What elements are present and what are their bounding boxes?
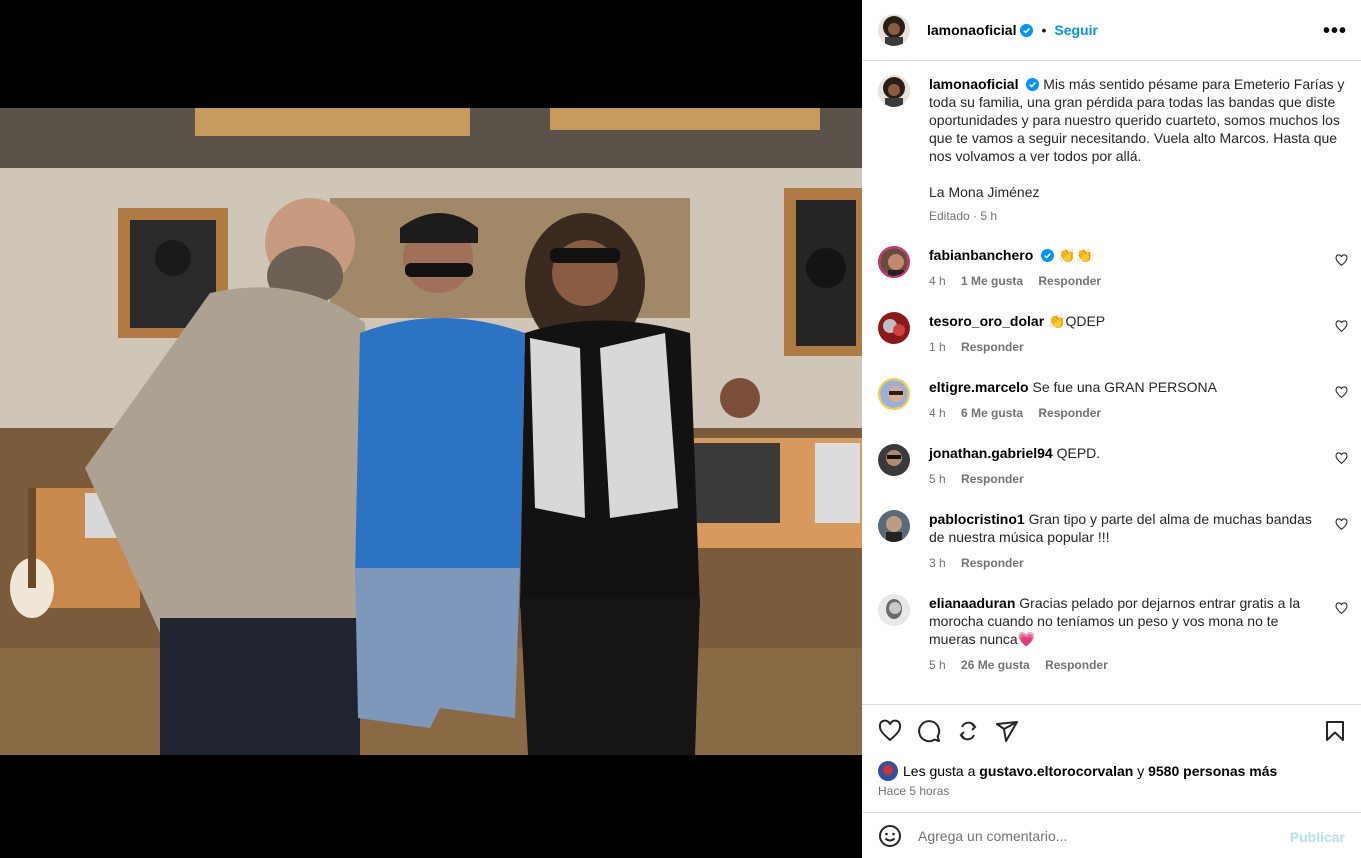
post-time-ago: Hace 5 horas xyxy=(878,784,950,798)
likes-conj: y xyxy=(1137,763,1145,779)
caption-username[interactable]: lamonaoficial xyxy=(929,76,1018,92)
likes-prefix: Les gusta a xyxy=(903,763,976,779)
comment-item: pablocristino1 Gran tipo y parte del alm… xyxy=(878,510,1348,572)
post-header: lamonaoficial • Seguir ••• xyxy=(862,0,1361,61)
heart-icon[interactable] xyxy=(878,719,902,743)
comment-username[interactable]: fabianbanchero xyxy=(929,247,1033,263)
comment-item: tesoro_oro_dolar 👏QDEP 1 h Responder xyxy=(878,312,1348,356)
comment-likes[interactable]: 6 Me gusta xyxy=(961,406,1023,420)
comment-time: 1 h xyxy=(929,340,946,354)
comments-scroll-area[interactable]: lamonaoficial Mis más sentido pésame par… xyxy=(862,61,1361,704)
caption-meta: Editado · 5 h xyxy=(929,209,998,223)
author-avatar[interactable] xyxy=(878,14,910,46)
comment-time: 5 h xyxy=(929,472,946,486)
reply-button[interactable]: Responder xyxy=(961,340,1024,354)
post-actions: Les gusta a gustavo.eltorocorvalan y 958… xyxy=(862,704,1361,808)
caption-text: Mis más sentido pésame para Emeterio Far… xyxy=(929,76,1345,200)
publish-button[interactable]: Publicar xyxy=(1290,829,1345,845)
comment-text: 👏QDEP xyxy=(1048,313,1106,329)
comment-text: 👏👏 xyxy=(1058,247,1093,263)
comment-like-icon[interactable] xyxy=(1335,320,1348,333)
likes-user[interactable]: gustavo.eltorocorvalan xyxy=(979,763,1133,779)
likes-others[interactable]: 9580 personas más xyxy=(1148,763,1277,779)
reply-button[interactable]: Responder xyxy=(961,472,1024,486)
commenter-avatar[interactable] xyxy=(878,444,910,476)
comment-item: jonathan.gabriel94 QEPD. 5 h Responder xyxy=(878,444,1348,488)
author-username[interactable]: lamonaoficial xyxy=(927,22,1016,38)
post-caption: lamonaoficial Mis más sentido pésame par… xyxy=(878,75,1348,225)
comment-composer: Publicar xyxy=(862,812,1361,858)
comment-username[interactable]: pablocristino1 xyxy=(929,511,1025,527)
commenter-avatar[interactable] xyxy=(878,510,910,542)
likes-summary[interactable]: Les gusta a gustavo.eltorocorvalan y 958… xyxy=(878,761,1277,781)
verified-icon xyxy=(1026,78,1040,91)
separator-dot: • xyxy=(1041,22,1047,38)
commenter-avatar[interactable] xyxy=(878,378,910,410)
comment-item: elianaaduran Gracias pelado por dejarnos… xyxy=(878,594,1348,674)
comment-like-icon[interactable] xyxy=(1335,518,1348,531)
commenter-avatar[interactable] xyxy=(878,312,910,344)
comment-time: 4 h xyxy=(929,406,946,420)
comment-item: fabianbanchero 👏👏 4 h 1 Me gusta Respond… xyxy=(878,246,1348,290)
emoji-icon[interactable] xyxy=(878,824,902,848)
comment-likes[interactable]: 26 Me gusta xyxy=(961,658,1030,672)
reply-button[interactable]: Responder xyxy=(1038,274,1101,288)
comment-input[interactable] xyxy=(918,827,1278,844)
verified-icon xyxy=(1020,23,1034,37)
reply-button[interactable]: Responder xyxy=(1045,658,1108,672)
comment-text: QEPD. xyxy=(1056,445,1101,461)
comment-like-icon[interactable] xyxy=(1335,386,1348,399)
comment-username[interactable]: elianaaduran xyxy=(929,595,1015,611)
comment-username[interactable]: jonathan.gabriel94 xyxy=(929,445,1053,461)
bookmark-icon[interactable] xyxy=(1323,719,1347,743)
commenter-avatar[interactable] xyxy=(878,594,910,626)
comment-time: 3 h xyxy=(929,556,946,570)
comment-like-icon[interactable] xyxy=(1335,602,1348,615)
more-options-icon[interactable]: ••• xyxy=(1323,20,1347,43)
share-icon[interactable] xyxy=(995,719,1019,743)
follow-button[interactable]: Seguir xyxy=(1054,22,1098,38)
liker-avatar xyxy=(878,761,898,781)
comment-likes[interactable]: 1 Me gusta xyxy=(961,274,1023,288)
repost-icon[interactable] xyxy=(956,719,980,743)
comment-like-icon[interactable] xyxy=(1335,254,1348,267)
commenter-avatar[interactable] xyxy=(878,246,910,278)
post-photo[interactable] xyxy=(0,108,862,755)
comment-username[interactable]: tesoro_oro_dolar xyxy=(929,313,1044,329)
post-media xyxy=(0,0,862,858)
comment-like-icon[interactable] xyxy=(1335,452,1348,465)
comment-username[interactable]: eltigre.marcelo xyxy=(929,379,1029,395)
comment-time: 5 h xyxy=(929,658,946,672)
comment-icon[interactable] xyxy=(917,719,941,743)
reply-button[interactable]: Responder xyxy=(1038,406,1101,420)
comment-item: eltigre.marcelo Se fue una GRAN PERSONA … xyxy=(878,378,1348,422)
author-avatar[interactable] xyxy=(878,75,910,107)
comment-text: Se fue una GRAN PERSONA xyxy=(1032,379,1217,395)
verified-icon xyxy=(1041,249,1055,262)
reply-button[interactable]: Responder xyxy=(961,556,1024,570)
post-details-panel: lamonaoficial • Seguir ••• lamonaoficial… xyxy=(862,0,1361,858)
comment-time: 4 h xyxy=(929,274,946,288)
